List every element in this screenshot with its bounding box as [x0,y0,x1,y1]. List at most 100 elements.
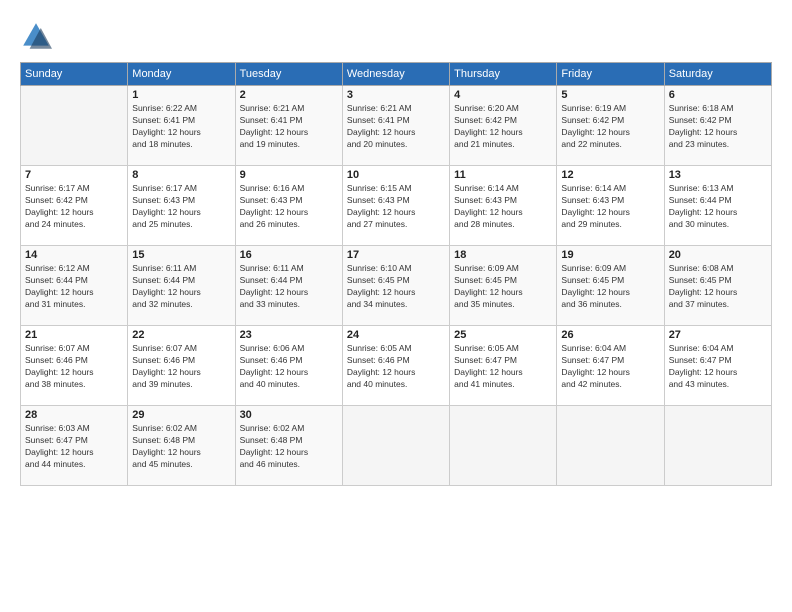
day-info: Sunrise: 6:05 AMSunset: 6:47 PMDaylight:… [454,343,552,391]
day-info: Sunrise: 6:14 AMSunset: 6:43 PMDaylight:… [561,183,659,231]
day-number: 2 [240,89,338,101]
calendar-row: 1 Sunrise: 6:22 AMSunset: 6:41 PMDaylight… [21,86,772,166]
calendar-row: 14 Sunrise: 6:12 AMSunset: 6:44 PMDayligh… [21,246,772,326]
day-info: Sunrise: 6:20 AMSunset: 6:42 PMDaylight:… [454,103,552,151]
day-number: 21 [25,329,123,341]
calendar-cell: 10 Sunrise: 6:15 AMSunset: 6:43 PMDayligh… [342,166,449,246]
day-header: Friday [557,63,664,86]
day-number: 18 [454,249,552,261]
day-info: Sunrise: 6:08 AMSunset: 6:45 PMDaylight:… [669,263,767,311]
day-number: 27 [669,329,767,341]
calendar-cell: 28 Sunrise: 6:03 AMSunset: 6:47 PMDayligh… [21,406,128,486]
day-info: Sunrise: 6:10 AMSunset: 6:45 PMDaylight:… [347,263,445,311]
header-row: SundayMondayTuesdayWednesdayThursdayFrid… [21,63,772,86]
day-info: Sunrise: 6:11 AMSunset: 6:44 PMDaylight:… [132,263,230,311]
calendar-cell: 12Sunrise: 6:14 AMSunset: 6:43 PMDayligh… [557,166,664,246]
day-number: 7 [25,169,123,181]
day-number: 11 [454,169,552,181]
day-number: 8 [132,169,230,181]
day-number: 24 [347,329,445,341]
day-number: 20 [669,249,767,261]
calendar-row: 7 Sunrise: 6:17 AMSunset: 6:42 PMDaylight… [21,166,772,246]
day-info: Sunrise: 6:22 AMSunset: 6:41 PMDaylight:… [132,103,230,151]
day-header: Wednesday [342,63,449,86]
calendar-cell: 7 Sunrise: 6:17 AMSunset: 6:42 PMDaylight… [21,166,128,246]
day-info: Sunrise: 6:21 AMSunset: 6:41 PMDaylight:… [347,103,445,151]
day-number: 26 [561,329,659,341]
day-info: Sunrise: 6:19 AMSunset: 6:42 PMDaylight:… [561,103,659,151]
calendar-cell: 13Sunrise: 6:13 AMSunset: 6:44 PMDayligh… [664,166,771,246]
day-info: Sunrise: 6:09 AMSunset: 6:45 PMDaylight:… [454,263,552,311]
calendar-table: SundayMondayTuesdayWednesdayThursdayFrid… [20,62,772,486]
calendar-cell: 6 Sunrise: 6:18 AMSunset: 6:42 PMDaylight… [664,86,771,166]
calendar-row: 28 Sunrise: 6:03 AMSunset: 6:47 PMDayligh… [21,406,772,486]
calendar-cell: 18 Sunrise: 6:09 AMSunset: 6:45 PMDayligh… [450,246,557,326]
day-number: 4 [454,89,552,101]
calendar-cell [557,406,664,486]
day-info: Sunrise: 6:07 AMSunset: 6:46 PMDaylight:… [132,343,230,391]
day-header: Monday [128,63,235,86]
calendar-cell: 14 Sunrise: 6:12 AMSunset: 6:44 PMDayligh… [21,246,128,326]
day-header: Thursday [450,63,557,86]
day-header: Saturday [664,63,771,86]
calendar-cell: 2Sunrise: 6:21 AMSunset: 6:41 PMDaylight… [235,86,342,166]
day-info: Sunrise: 6:12 AMSunset: 6:44 PMDaylight:… [25,263,123,311]
day-info: Sunrise: 6:06 AMSunset: 6:46 PMDaylight:… [240,343,338,391]
day-info: Sunrise: 6:13 AMSunset: 6:44 PMDaylight:… [669,183,767,231]
calendar-cell [342,406,449,486]
day-info: Sunrise: 6:02 AMSunset: 6:48 PMDaylight:… [240,423,338,471]
day-number: 29 [132,409,230,421]
day-info: Sunrise: 6:09 AMSunset: 6:45 PMDaylight:… [561,263,659,311]
day-header: Sunday [21,63,128,86]
day-info: Sunrise: 6:17 AMSunset: 6:42 PMDaylight:… [25,183,123,231]
day-number: 5 [561,89,659,101]
calendar-cell: 9 Sunrise: 6:16 AMSunset: 6:43 PMDaylight… [235,166,342,246]
day-info: Sunrise: 6:11 AMSunset: 6:44 PMDaylight:… [240,263,338,311]
calendar-cell: 21 Sunrise: 6:07 AMSunset: 6:46 PMDayligh… [21,326,128,406]
calendar-cell: 1 Sunrise: 6:22 AMSunset: 6:41 PMDaylight… [128,86,235,166]
day-info: Sunrise: 6:03 AMSunset: 6:47 PMDaylight:… [25,423,123,471]
calendar-cell [664,406,771,486]
calendar-cell: 20 Sunrise: 6:08 AMSunset: 6:45 PMDayligh… [664,246,771,326]
calendar-cell: 5 Sunrise: 6:19 AMSunset: 6:42 PMDaylight… [557,86,664,166]
day-number: 28 [25,409,123,421]
calendar-cell: 23Sunrise: 6:06 AMSunset: 6:46 PMDayligh… [235,326,342,406]
day-info: Sunrise: 6:16 AMSunset: 6:43 PMDaylight:… [240,183,338,231]
calendar-cell: 30 Sunrise: 6:02 AMSunset: 6:48 PMDayligh… [235,406,342,486]
day-info: Sunrise: 6:07 AMSunset: 6:46 PMDaylight:… [25,343,123,391]
calendar-cell: 22 Sunrise: 6:07 AMSunset: 6:46 PMDayligh… [128,326,235,406]
day-number: 16 [240,249,338,261]
day-info: Sunrise: 6:18 AMSunset: 6:42 PMDaylight:… [669,103,767,151]
logo [20,20,58,52]
calendar-cell: 15 Sunrise: 6:11 AMSunset: 6:44 PMDayligh… [128,246,235,326]
day-info: Sunrise: 6:17 AMSunset: 6:43 PMDaylight:… [132,183,230,231]
calendar-cell: 19 Sunrise: 6:09 AMSunset: 6:45 PMDayligh… [557,246,664,326]
day-info: Sunrise: 6:15 AMSunset: 6:43 PMDaylight:… [347,183,445,231]
calendar-cell: 11Sunrise: 6:14 AMSunset: 6:43 PMDayligh… [450,166,557,246]
day-number: 19 [561,249,659,261]
calendar-cell: 16 Sunrise: 6:11 AMSunset: 6:44 PMDayligh… [235,246,342,326]
logo-icon [20,20,52,52]
day-number: 3 [347,89,445,101]
day-info: Sunrise: 6:02 AMSunset: 6:48 PMDaylight:… [132,423,230,471]
day-header: Tuesday [235,63,342,86]
calendar-cell: 24 Sunrise: 6:05 AMSunset: 6:46 PMDayligh… [342,326,449,406]
day-info: Sunrise: 6:05 AMSunset: 6:46 PMDaylight:… [347,343,445,391]
day-number: 10 [347,169,445,181]
day-number: 22 [132,329,230,341]
day-number: 14 [25,249,123,261]
day-number: 6 [669,89,767,101]
day-number: 30 [240,409,338,421]
day-number: 15 [132,249,230,261]
calendar-cell: 4 Sunrise: 6:20 AMSunset: 6:42 PMDaylight… [450,86,557,166]
calendar-cell: 26 Sunrise: 6:04 AMSunset: 6:47 PMDayligh… [557,326,664,406]
calendar-cell: 8 Sunrise: 6:17 AMSunset: 6:43 PMDaylight… [128,166,235,246]
calendar-cell: 29 Sunrise: 6:02 AMSunset: 6:48 PMDayligh… [128,406,235,486]
calendar-cell: 25Sunrise: 6:05 AMSunset: 6:47 PMDayligh… [450,326,557,406]
calendar-cell: 3 Sunrise: 6:21 AMSunset: 6:41 PMDaylight… [342,86,449,166]
day-info: Sunrise: 6:04 AMSunset: 6:47 PMDaylight:… [561,343,659,391]
day-number: 1 [132,89,230,101]
day-number: 9 [240,169,338,181]
calendar-row: 21 Sunrise: 6:07 AMSunset: 6:46 PMDayligh… [21,326,772,406]
day-info: Sunrise: 6:04 AMSunset: 6:47 PMDaylight:… [669,343,767,391]
